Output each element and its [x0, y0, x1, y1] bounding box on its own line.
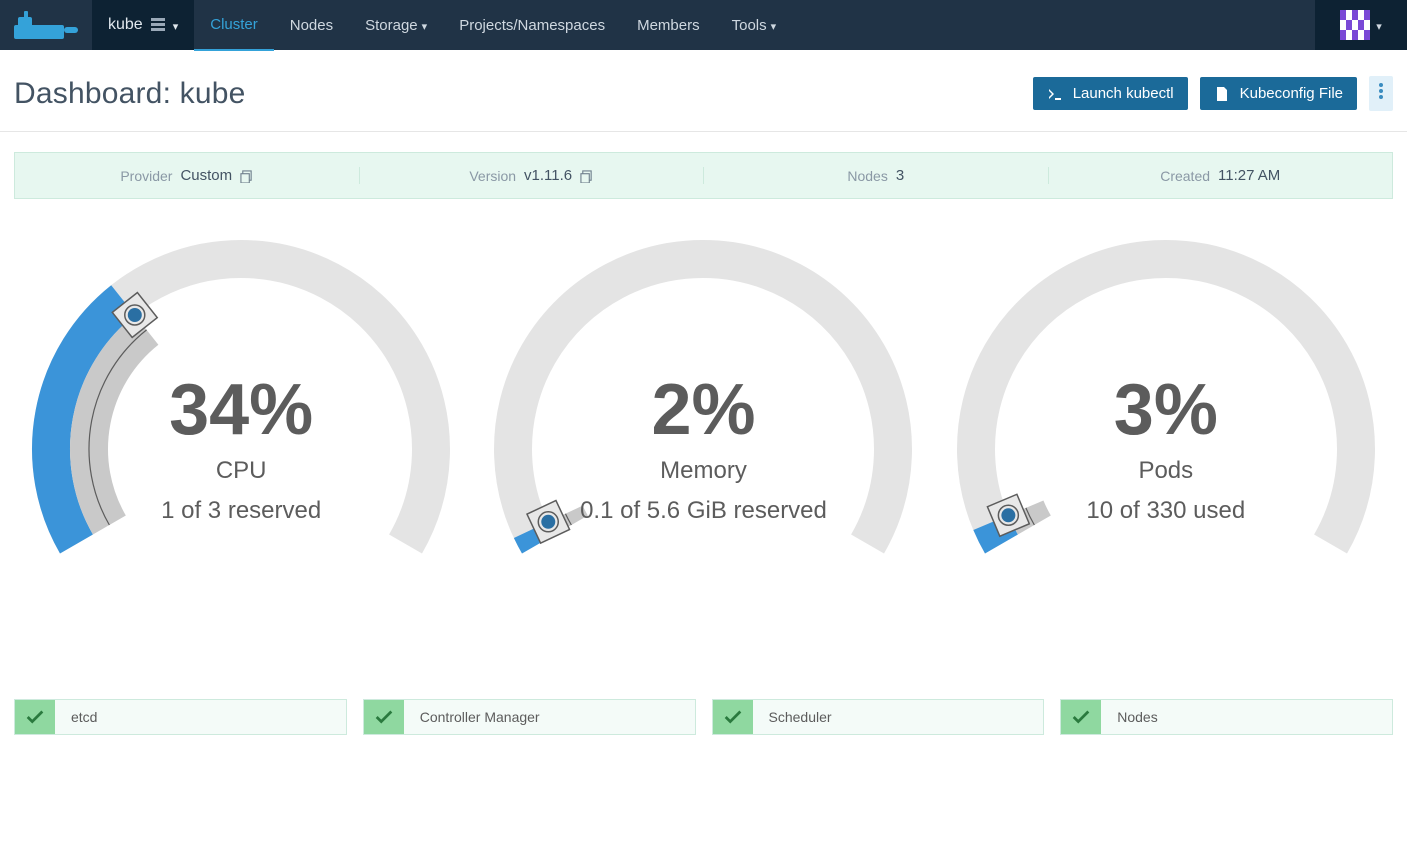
component-label: Nodes — [1101, 700, 1157, 734]
kebab-icon — [1379, 82, 1383, 100]
info-provider: Provider Custom — [15, 167, 359, 184]
chevron-down-icon: ▾ — [422, 20, 428, 33]
file-icon — [1214, 86, 1230, 102]
check-icon — [364, 700, 404, 734]
avatar — [1340, 10, 1370, 40]
gauge-subtitle: 1 of 3 reserved — [21, 497, 461, 525]
component-etcd: etcd — [14, 699, 347, 735]
kubeconfig-file-button[interactable]: Kubeconfig File — [1200, 77, 1357, 110]
component-controller-manager: Controller Manager — [363, 699, 696, 735]
terminal-icon — [1047, 86, 1063, 102]
nav-item-cluster[interactable]: Cluster — [194, 0, 274, 51]
check-icon — [713, 700, 753, 734]
component-label: Scheduler — [753, 700, 832, 734]
cow-icon — [14, 11, 78, 39]
cluster-name: kube — [108, 16, 143, 34]
more-actions-button[interactable] — [1369, 76, 1393, 111]
cluster-switcher[interactable]: kube ▾ — [92, 0, 194, 50]
gauge-percent: 34% — [21, 369, 461, 451]
gauge-title: Memory — [483, 457, 923, 485]
rancher-logo[interactable] — [0, 0, 92, 50]
user-menu[interactable]: ▾ — [1315, 0, 1407, 50]
gauge-percent: 2% — [483, 369, 923, 451]
chevron-down-icon: ▾ — [1376, 20, 1382, 33]
top-nav: kube ▾ ClusterNodesStorage▾Projects/Name… — [0, 0, 1407, 50]
gauge-memory: 2% Memory 0.1 of 5.6 GiB reserved — [483, 239, 923, 619]
gauge-cpu: 34% CPU 1 of 3 reserved — [21, 239, 461, 619]
check-icon — [1061, 700, 1101, 734]
gauge-pods: 3% Pods 10 of 330 used — [946, 239, 1386, 619]
page-title: Dashboard: kube — [14, 77, 246, 111]
component-scheduler: Scheduler — [712, 699, 1045, 735]
gauge-title: CPU — [21, 457, 461, 485]
info-version: Version v1.11.6 — [359, 167, 704, 184]
gauges-row: 34% CPU 1 of 3 reserved 2% Memory 0.1 of… — [0, 199, 1407, 699]
cluster-icon — [151, 18, 165, 32]
nav-item-storage[interactable]: Storage▾ — [349, 0, 443, 50]
nav-item-nodes[interactable]: Nodes — [274, 0, 349, 50]
copy-icon[interactable] — [580, 170, 593, 183]
nav-item-projects-namespaces[interactable]: Projects/Namespaces — [443, 0, 621, 50]
nav-item-members[interactable]: Members — [621, 0, 716, 50]
nav-items: ClusterNodesStorage▾Projects/NamespacesM… — [194, 0, 792, 50]
launch-kubectl-button[interactable]: Launch kubectl — [1033, 77, 1188, 110]
gauge-subtitle: 0.1 of 5.6 GiB reserved — [483, 497, 923, 525]
page-header: Dashboard: kube Launch kubectl Kubeconfi… — [0, 50, 1407, 132]
chevron-down-icon: ▾ — [771, 20, 777, 33]
button-label: Launch kubectl — [1073, 85, 1174, 102]
component-label: etcd — [55, 700, 97, 734]
info-created: Created 11:27 AM — [1048, 167, 1393, 184]
copy-icon[interactable] — [240, 170, 253, 183]
nav-item-tools[interactable]: Tools▾ — [716, 0, 793, 50]
button-label: Kubeconfig File — [1240, 85, 1343, 102]
check-icon — [15, 700, 55, 734]
gauge-percent: 3% — [946, 369, 1386, 451]
gauge-title: Pods — [946, 457, 1386, 485]
gauge-subtitle: 10 of 330 used — [946, 497, 1386, 525]
component-status-row: etcd Controller Manager Scheduler Nodes — [0, 699, 1407, 765]
info-nodes: Nodes 3 — [703, 167, 1048, 184]
component-nodes: Nodes — [1060, 699, 1393, 735]
component-label: Controller Manager — [404, 700, 540, 734]
chevron-down-icon: ▾ — [173, 20, 179, 33]
cluster-info-bar: Provider Custom Version v1.11.6 Nodes 3 … — [14, 152, 1393, 199]
